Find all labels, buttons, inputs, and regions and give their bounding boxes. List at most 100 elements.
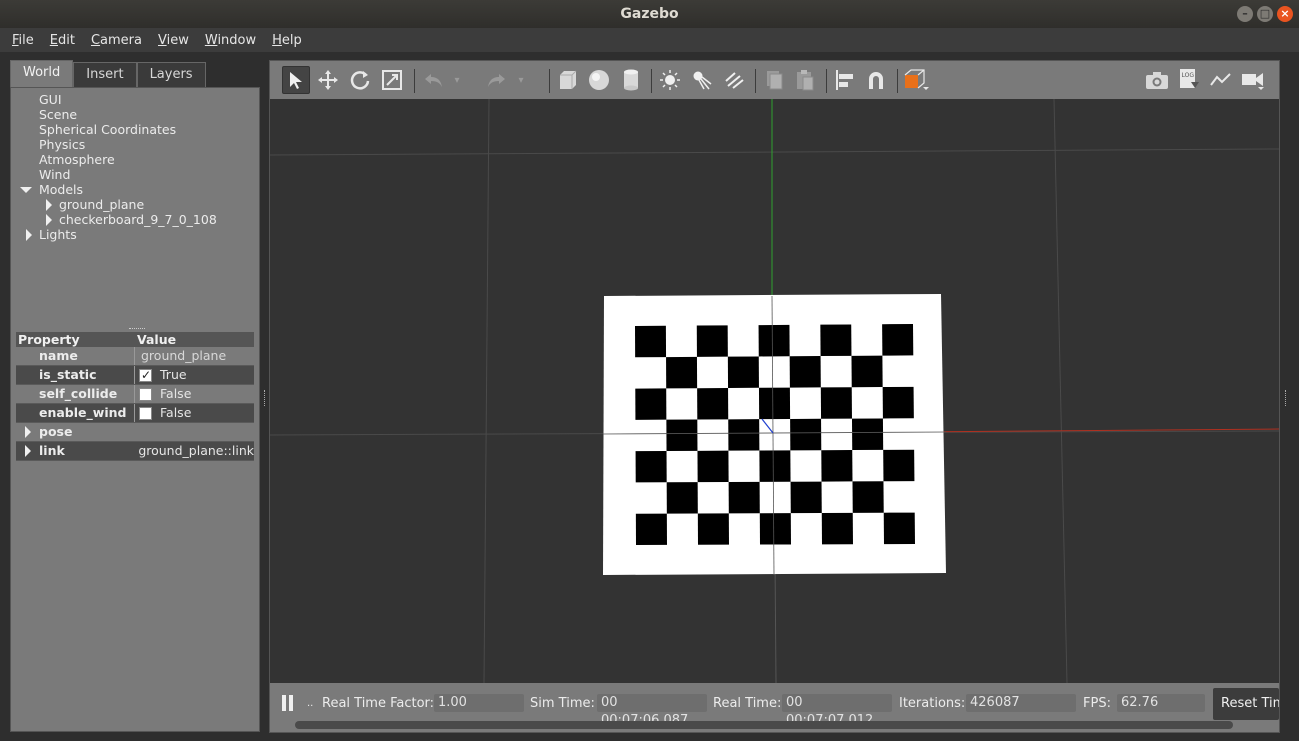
step-button[interactable]: ..: [307, 695, 313, 713]
tree-item-checkerboard[interactable]: checkerboard_9_7_0_108: [11, 212, 259, 227]
undo-history-icon[interactable]: ▾: [450, 66, 464, 94]
property-row-self-collide[interactable]: self_collide False: [16, 385, 254, 404]
directional-light-icon[interactable]: [720, 66, 748, 94]
left-splitter-handle[interactable]: [264, 390, 266, 406]
toolbar-separator: [414, 69, 415, 93]
3d-viewport[interactable]: [270, 99, 1279, 683]
collapsed-arrow-icon[interactable]: [25, 426, 31, 438]
horizontal-scrollbar[interactable]: [295, 721, 1233, 729]
scale-mode-icon[interactable]: [378, 66, 406, 94]
maximize-button[interactable]: □: [1257, 6, 1273, 22]
value-column-header: Value: [137, 332, 177, 347]
undo-icon[interactable]: [420, 66, 448, 94]
checker-square: [728, 419, 760, 451]
collapsed-arrow-icon[interactable]: [25, 445, 31, 457]
checker-square: [789, 356, 821, 388]
pause-icon[interactable]: [280, 693, 296, 713]
rotate-mode-icon[interactable]: [346, 66, 374, 94]
collapsed-arrow-icon[interactable]: [46, 214, 52, 226]
checker-square: [758, 324, 790, 357]
translate-mode-icon[interactable]: [314, 66, 342, 94]
menu-edit[interactable]: Edit: [42, 33, 83, 48]
sim-time-value: 00 00:07:06.087: [597, 694, 707, 728]
align-icon[interactable]: [831, 66, 859, 94]
menu-file[interactable]: File: [4, 33, 42, 48]
is-static-value: True: [160, 367, 187, 382]
tree-item-models[interactable]: Models: [11, 182, 259, 197]
collapsed-arrow-icon[interactable]: [26, 229, 32, 241]
checker-square: [882, 386, 914, 419]
menu-window[interactable]: Window: [197, 33, 264, 48]
camera-screenshot-icon[interactable]: [1143, 66, 1171, 94]
select-mode-icon[interactable]: [282, 66, 310, 94]
sim-time-label: Sim Time:: [530, 696, 595, 711]
video-record-icon[interactable]: [1239, 66, 1267, 94]
checker-square: [882, 324, 914, 356]
paste-icon[interactable]: [791, 66, 819, 94]
reset-time-button[interactable]: Reset Time: [1213, 688, 1279, 720]
menu-camera[interactable]: Camera: [83, 33, 150, 48]
tree-item-ground-plane[interactable]: ground_plane: [11, 197, 259, 212]
title-bar: Gazebo – □ ×: [0, 0, 1299, 28]
checker-square: [820, 324, 852, 357]
real-time-factor-label: Real Time Factor:: [322, 696, 435, 711]
tree-item-wind[interactable]: Wind: [11, 167, 259, 182]
property-row-pose[interactable]: pose: [16, 423, 254, 442]
cylinder-icon[interactable]: [617, 66, 645, 94]
tree-item-physics[interactable]: Physics: [11, 137, 259, 152]
property-table-header: Property Value: [16, 332, 254, 347]
checker-square: [851, 418, 884, 451]
box-icon[interactable]: [553, 66, 581, 94]
tree-item-spherical-coordinates[interactable]: Spherical Coordinates: [11, 122, 259, 137]
property-name: link: [16, 442, 134, 460]
sphere-icon[interactable]: [585, 66, 613, 94]
menu-help[interactable]: Help: [264, 33, 310, 48]
right-splitter-handle[interactable]: [1285, 390, 1287, 406]
log-icon[interactable]: LOG: [1175, 66, 1203, 94]
checker-square: [666, 419, 698, 451]
checker-square: [635, 388, 667, 420]
iterations-value: 426087: [966, 694, 1076, 712]
name-value-field[interactable]: ground_plane: [139, 347, 227, 365]
panel-tabs: World Insert Layers: [10, 60, 260, 88]
collapsed-arrow-icon[interactable]: [46, 199, 52, 211]
real-time-value: 00 00:07:07.012: [782, 694, 892, 728]
checker-square: [727, 356, 759, 388]
tree-item-lights[interactable]: Lights: [11, 227, 259, 242]
enable-wind-checkbox[interactable]: [139, 406, 152, 420]
checker-square: [759, 450, 791, 482]
tree-item-gui[interactable]: GUI: [11, 92, 259, 107]
expanded-arrow-icon[interactable]: [20, 187, 32, 193]
plot-icon[interactable]: [1207, 66, 1235, 94]
copy-icon[interactable]: [760, 66, 788, 94]
menu-view[interactable]: View: [150, 33, 197, 48]
tree-item-scene[interactable]: Scene: [11, 107, 259, 122]
checker-square: [696, 325, 728, 357]
checker-square: [697, 388, 729, 420]
property-row-name[interactable]: name ground_plane: [16, 347, 254, 366]
self-collide-checkbox[interactable]: [139, 387, 152, 401]
property-row-enable-wind[interactable]: enable_wind False: [16, 404, 254, 423]
tab-layers[interactable]: Layers: [136, 62, 206, 88]
spot-light-icon[interactable]: [688, 66, 716, 94]
redo-history-icon[interactable]: ▾: [514, 66, 528, 94]
tree-item-atmosphere[interactable]: Atmosphere: [11, 152, 259, 167]
checker-square: [821, 512, 853, 545]
redo-icon[interactable]: [482, 66, 510, 94]
toolbar-separator: [549, 69, 550, 93]
tab-world[interactable]: World: [10, 60, 74, 88]
tab-insert[interactable]: Insert: [73, 62, 137, 88]
scene-canvas[interactable]: [270, 99, 1279, 683]
minimize-button[interactable]: –: [1237, 6, 1253, 22]
property-row-is-static[interactable]: is_static True: [16, 366, 254, 385]
is-static-checkbox[interactable]: [139, 366, 152, 384]
property-row-link[interactable]: link ground_plane::link: [16, 442, 254, 461]
point-light-icon[interactable]: [656, 66, 684, 94]
toolbar: ▾ ▾ LOG: [270, 61, 1279, 99]
property-name: self_collide: [16, 385, 135, 403]
view-angle-icon[interactable]: [902, 66, 930, 94]
snap-icon[interactable]: [862, 66, 890, 94]
panel-splitter[interactable]: [129, 328, 145, 330]
tree-item-lights-label: Lights: [39, 227, 77, 242]
close-button[interactable]: ×: [1277, 6, 1293, 22]
